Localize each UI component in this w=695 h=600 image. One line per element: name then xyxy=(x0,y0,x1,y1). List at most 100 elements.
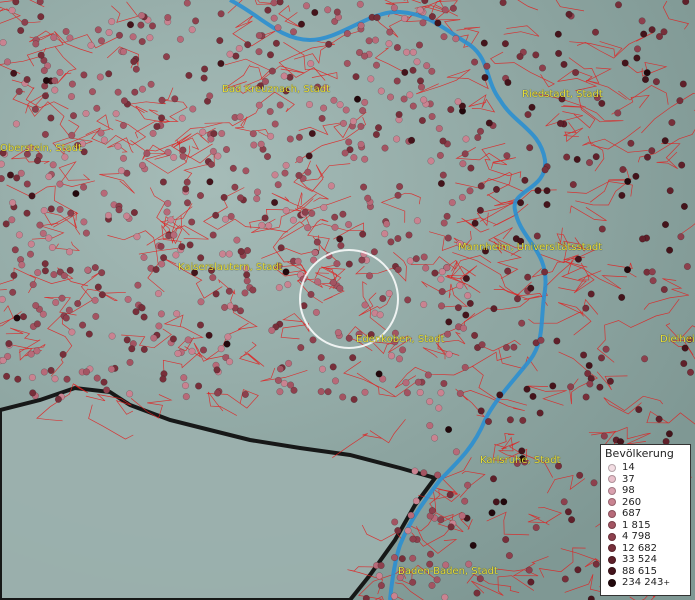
population-marker xyxy=(79,321,87,329)
city-label-karlsruhe: Karlsruhe, Stadt xyxy=(480,455,561,466)
population-marker xyxy=(66,34,74,42)
population-marker xyxy=(148,22,157,30)
population-marker xyxy=(138,85,147,93)
population-marker xyxy=(170,231,178,239)
population-marker xyxy=(401,14,409,23)
population-marker xyxy=(33,157,42,165)
population-marker xyxy=(360,183,368,191)
population-marker xyxy=(543,187,551,195)
population-marker xyxy=(414,378,422,386)
population-marker xyxy=(428,507,436,515)
population-marker xyxy=(390,592,398,600)
population-marker xyxy=(304,168,312,176)
population-marker xyxy=(59,350,67,358)
population-marker xyxy=(677,233,685,241)
population-marker xyxy=(296,156,304,164)
population-marker xyxy=(80,183,88,191)
population-marker xyxy=(206,92,214,100)
population-marker xyxy=(276,101,284,109)
population-marker xyxy=(452,448,460,456)
population-marker xyxy=(532,523,540,532)
population-marker xyxy=(381,230,389,238)
population-marker xyxy=(638,235,647,243)
population-marker xyxy=(541,166,549,174)
population-marker xyxy=(10,69,18,77)
population-marker xyxy=(343,59,351,67)
population-marker xyxy=(435,404,443,412)
population-marker xyxy=(119,48,128,56)
population-marker xyxy=(683,262,691,271)
population-marker xyxy=(394,265,402,274)
population-marker xyxy=(679,80,687,88)
population-marker xyxy=(267,132,275,140)
population-marker xyxy=(458,512,466,520)
population-marker xyxy=(592,560,600,568)
population-marker xyxy=(524,111,532,119)
population-marker xyxy=(114,142,122,150)
population-marker xyxy=(409,535,417,543)
population-marker xyxy=(138,161,147,169)
population-marker xyxy=(387,352,396,360)
population-marker xyxy=(339,210,347,218)
city-label-riedstadt: Riedstadt, Stadt xyxy=(522,89,603,100)
population-marker xyxy=(23,180,31,188)
population-marker xyxy=(126,21,135,29)
population-marker xyxy=(614,1,623,9)
population-marker xyxy=(329,363,337,371)
population-marker xyxy=(311,8,319,17)
population-marker xyxy=(56,205,64,213)
population-marker xyxy=(134,281,142,289)
population-marker xyxy=(345,220,353,229)
population-marker xyxy=(574,566,582,574)
population-marker xyxy=(357,122,365,130)
population-marker xyxy=(356,0,364,8)
legend-item: 687 xyxy=(605,508,686,520)
population-marker xyxy=(241,289,249,297)
population-marker xyxy=(271,198,279,207)
population-marker xyxy=(393,77,401,85)
population-marker xyxy=(518,447,526,455)
population-marker xyxy=(409,554,417,562)
population-marker xyxy=(412,255,420,263)
population-marker xyxy=(352,73,360,81)
population-marker xyxy=(661,221,670,229)
population-marker xyxy=(27,240,35,248)
population-marker xyxy=(179,152,187,160)
population-marker xyxy=(12,120,20,128)
population-marker xyxy=(437,302,446,310)
population-marker xyxy=(199,128,207,136)
city-label-mannheim: Mannheim, Universitätsstadt xyxy=(458,242,603,253)
population-marker xyxy=(648,26,656,34)
population-marker xyxy=(100,136,108,144)
population-marker xyxy=(406,91,414,99)
population-marker xyxy=(217,345,225,353)
population-marker xyxy=(592,153,600,161)
population-marker xyxy=(62,27,70,36)
population-marker xyxy=(42,76,50,85)
city-label-edenkoben: Edenkoben, Stadt xyxy=(356,334,445,345)
population-marker xyxy=(162,53,171,61)
population-marker xyxy=(350,395,358,403)
population-marker xyxy=(14,375,22,383)
population-marker xyxy=(132,65,140,73)
population-marker xyxy=(304,224,312,232)
population-marker xyxy=(188,26,196,34)
population-marker xyxy=(183,178,191,186)
population-marker xyxy=(274,24,282,32)
population-marker xyxy=(359,107,367,115)
population-marker xyxy=(587,595,595,600)
population-marker xyxy=(309,336,317,344)
population-marker xyxy=(255,48,263,56)
population-marker xyxy=(282,207,290,215)
population-marker xyxy=(459,160,467,168)
population-marker xyxy=(181,382,190,390)
population-marker xyxy=(543,201,551,209)
population-marker xyxy=(51,86,59,94)
population-marker xyxy=(2,220,10,228)
population-marker xyxy=(182,185,190,193)
population-marker xyxy=(474,133,482,142)
population-marker xyxy=(527,578,535,586)
population-marker xyxy=(8,216,16,224)
population-marker xyxy=(521,176,529,184)
population-marker xyxy=(47,114,55,122)
